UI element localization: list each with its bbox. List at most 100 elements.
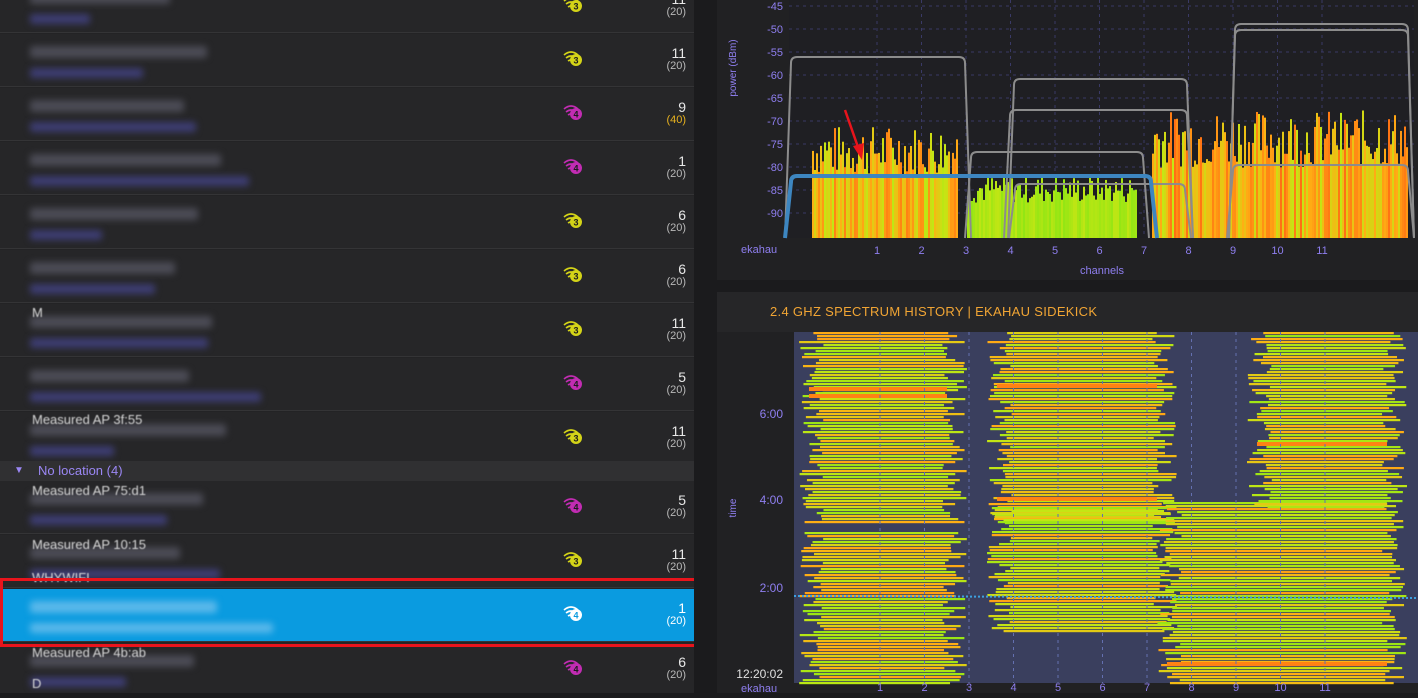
spectrum-density-bar (828, 141, 830, 238)
ap-row[interactable]: 3 11 (20) (0, 34, 694, 87)
spectrum-density-bar (836, 169, 838, 238)
spectrum-density-bar (1133, 190, 1135, 238)
history-streak (1260, 362, 1399, 365)
history-streak (1172, 631, 1401, 634)
history-streak (1254, 503, 1388, 506)
wifi-generation-icon: 3 (563, 213, 582, 228)
history-streak (1170, 601, 1387, 604)
history-streak (989, 549, 1153, 552)
y-axis-label: time (728, 498, 739, 517)
wifi-generation-number: 4 (573, 664, 578, 674)
history-streak (1158, 649, 1388, 652)
spectrum-density-bar (1350, 135, 1352, 238)
history-streak (1181, 571, 1396, 574)
spectrum-density-bar (1170, 112, 1172, 238)
spectrum-density-bar (1278, 137, 1280, 238)
spectrum-density-bar (870, 141, 872, 238)
history-streak (800, 565, 965, 568)
history-hot-stripe (809, 387, 947, 391)
history-streak (991, 534, 1171, 537)
spectrum-density-bar (916, 174, 918, 238)
history-streak (988, 576, 1161, 579)
spectrum-density-bar (826, 150, 828, 238)
spectrum-density-bar (1284, 153, 1286, 238)
wifi-generation-number: 3 (573, 433, 578, 443)
redacted-ap-detail (30, 14, 90, 24)
history-hot-stripe (1167, 662, 1387, 666)
history-streak (815, 392, 946, 395)
history-streak (1263, 422, 1384, 425)
history-streak (1002, 464, 1158, 467)
history-streak (1005, 344, 1174, 347)
history-streak (810, 458, 963, 461)
history-streak (1004, 473, 1177, 476)
history-streak (1162, 628, 1395, 631)
ap-row[interactable]: 4 1 (20) (0, 142, 694, 195)
spectrum-density-bar (948, 151, 950, 238)
spectrum-density-bar (1180, 166, 1182, 238)
history-streak (807, 613, 950, 616)
y-tick-label: -80 (767, 162, 783, 174)
spectrum-density-bar (1222, 122, 1224, 238)
ap-row[interactable]: 3 11 (20) (0, 304, 694, 357)
ap-row[interactable]: 4 5 (20) (0, 358, 694, 411)
history-streak (809, 443, 953, 446)
history-streak (1248, 377, 1395, 380)
spectrum-density-bar (1358, 128, 1360, 238)
history-streak (998, 449, 1158, 452)
spectrum-density-bar (852, 157, 854, 238)
x-tick-label: 1 (877, 682, 883, 693)
history-streak (1006, 431, 1161, 434)
spectrum-density-bar (1125, 201, 1127, 238)
history-streak (1181, 535, 1391, 538)
history-streak (1264, 488, 1398, 491)
group-header-no-location[interactable]: ▼ No location (4) (0, 461, 694, 481)
redacted-ap-detail (30, 392, 261, 402)
history-streak (820, 625, 961, 628)
history-streak (1177, 625, 1394, 628)
history-streak (1177, 526, 1404, 529)
history-streak (1160, 544, 1398, 547)
spectrum-density-bar (1322, 160, 1324, 238)
x-tick-label: 8 (1185, 245, 1191, 257)
history-streak (805, 500, 943, 503)
channel-width-value: (20) (666, 330, 686, 342)
spectrum-density-bar (892, 147, 894, 238)
history-streak (987, 440, 1166, 443)
wifi-generation-icon: 3 (563, 552, 582, 567)
spectrum-density-bar (1298, 166, 1300, 238)
redacted-ap-detail (30, 176, 249, 186)
history-streak (1247, 419, 1401, 422)
spectrum-density-bar (1356, 119, 1358, 238)
ap-row[interactable]: 3 6 (20) (0, 250, 694, 303)
ap-row[interactable]: 3 6 (20) (0, 196, 694, 249)
spectrum-density-bar (1087, 194, 1089, 238)
spectrum-density-bar (1248, 142, 1250, 238)
history-streak (1260, 407, 1390, 410)
history-streak (1009, 621, 1167, 624)
history-streak (803, 640, 948, 643)
history-streak (991, 555, 1158, 558)
spectrum-density-bar (1406, 147, 1408, 238)
brand-label: ekahau (741, 244, 777, 256)
history-streak (802, 431, 964, 434)
spectrum-density-bar (906, 171, 908, 238)
history-streak (993, 482, 1153, 485)
spectrum-density-bar (902, 175, 904, 238)
history-streak (800, 347, 948, 350)
history-streak (1004, 419, 1158, 422)
history-streak (801, 356, 946, 359)
spectrum-density-bar (1174, 119, 1176, 238)
history-streak (820, 568, 947, 571)
x-tick-label: 2 (921, 682, 927, 693)
spectrum-density-bar (1045, 189, 1047, 238)
ap-row[interactable]: 3 11 (20) (0, 0, 694, 33)
ap-row[interactable]: 4 9 (40) (0, 88, 694, 141)
spectrum-density-bar (1115, 181, 1117, 238)
spectrum-density-bar (876, 153, 878, 238)
spectrum-density-bar (1043, 200, 1045, 238)
history-streak (805, 488, 954, 491)
channel-width-value: (20) (666, 60, 686, 72)
history-streak (1171, 616, 1395, 619)
spectrum-density-bar (1348, 147, 1350, 238)
